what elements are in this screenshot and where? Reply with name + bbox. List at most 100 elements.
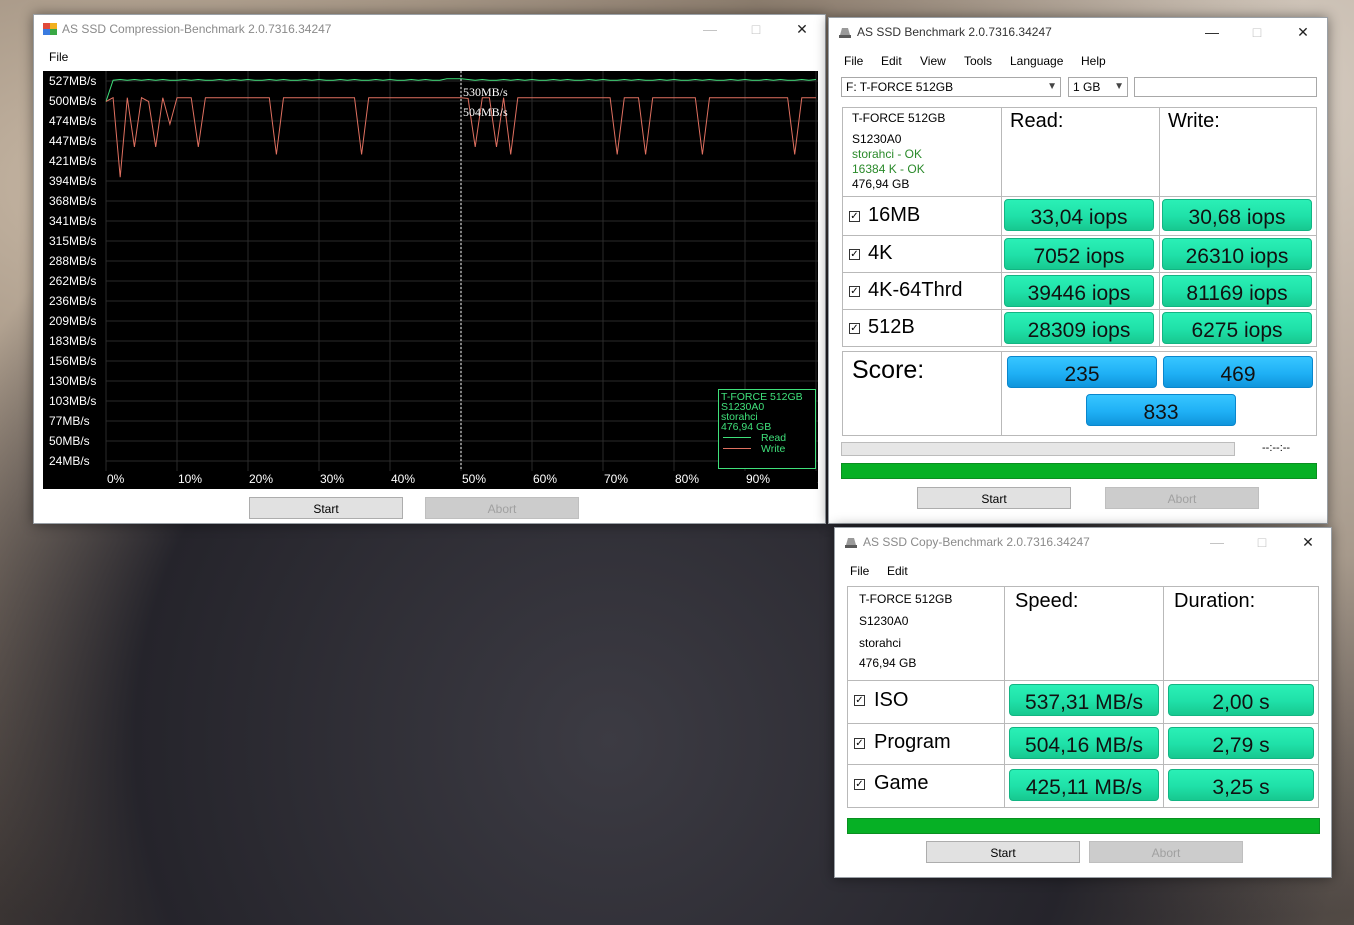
legend-read-row: Read (721, 432, 813, 443)
start-button[interactable]: Start (926, 841, 1080, 863)
y-tick-label: 474MB/s (49, 114, 96, 128)
close-icon[interactable]: ✕ (787, 19, 817, 39)
checkbox-icon[interactable]: ✓ (854, 779, 865, 790)
y-tick-label: 77MB/s (49, 414, 90, 428)
menu-bar: File Edit (835, 558, 1331, 580)
score-write: 469 (1163, 356, 1313, 388)
abort-button[interactable]: Abort (1089, 841, 1243, 863)
menu-tools[interactable]: Tools (964, 54, 992, 68)
checkbox-icon[interactable]: ✓ (849, 286, 860, 297)
duration-result: 2,79 s (1168, 727, 1314, 759)
elapsed-time: --:--:-- (1262, 442, 1291, 454)
cursor-read-label: 530MB/s (463, 85, 508, 99)
drive-info-cell: T-FORCE 512GB S1230A0 storahci - OK 1638… (842, 107, 1002, 197)
drive-icon (845, 538, 857, 548)
menu-file[interactable]: File (844, 54, 863, 68)
checkbox-icon[interactable]: ✓ (849, 323, 860, 334)
row-label-cell: ✓ 16MB (842, 196, 1002, 236)
checkbox-icon[interactable]: ✓ (849, 211, 860, 222)
y-tick-label: 527MB/s (49, 74, 96, 88)
score-total: 833 (1086, 394, 1236, 426)
minimize-icon[interactable]: — (1202, 532, 1232, 552)
x-tick-label: 20% (249, 472, 273, 486)
y-tick-label: 156MB/s (49, 354, 96, 368)
row-label: ISO (874, 689, 909, 711)
app-icon (43, 23, 57, 35)
x-tick-label: 50% (462, 472, 486, 486)
menu-edit[interactable]: Edit (881, 54, 902, 68)
window-title: AS SSD Copy-Benchmark 2.0.7316.34247 (863, 535, 1090, 549)
legend-read-label: Read (761, 432, 787, 444)
checkbox-icon[interactable]: ✓ (854, 738, 865, 749)
y-tick-label: 262MB/s (49, 274, 96, 288)
row-label-cell: ✓ ISO (847, 680, 1005, 724)
duration-result: 3,25 s (1168, 769, 1314, 801)
read-result: 28309 iops (1004, 312, 1154, 344)
y-tick-label: 500MB/s (49, 94, 96, 108)
score-read: 235 (1007, 356, 1157, 388)
abort-button[interactable]: Abort (1105, 487, 1259, 509)
title-bar[interactable]: AS SSD Compression-Benchmark 2.0.7316.34… (34, 15, 825, 43)
row-label-cell: ✓ 4K (842, 235, 1002, 273)
x-tick-label: 10% (178, 472, 202, 486)
minimize-icon[interactable]: — (1197, 22, 1227, 42)
y-tick-label: 236MB/s (49, 294, 96, 308)
y-tick-label: 24MB/s (49, 454, 90, 468)
menu-edit[interactable]: Edit (887, 564, 908, 578)
menu-language[interactable]: Language (1010, 54, 1063, 68)
menu-file[interactable]: File (850, 564, 869, 578)
y-tick-label: 447MB/s (49, 134, 96, 148)
y-tick-label: 130MB/s (49, 374, 96, 388)
speed-header-cell: Speed: (1004, 586, 1164, 681)
row-label-cell: ✓ Game (847, 764, 1005, 808)
menu-bar: File (34, 45, 825, 67)
menu-file[interactable]: File (49, 50, 68, 64)
title-bar[interactable]: AS SSD Copy-Benchmark 2.0.7316.34247 — □… (835, 528, 1331, 556)
x-tick-label: 100% (817, 472, 818, 486)
abort-button[interactable]: Abort (425, 497, 579, 519)
x-tick-label: 90% (746, 472, 770, 486)
drive-firmware: S1230A0 (852, 132, 902, 146)
legend-write-label: Write (761, 443, 786, 455)
menu-help[interactable]: Help (1081, 54, 1106, 68)
drive-info-cell: T-FORCE 512GB S1230A0 storahci 476,94 GB (847, 586, 1005, 681)
y-tick-label: 394MB/s (49, 174, 96, 188)
menu-bar: File Edit View Tools Language Help (829, 48, 1327, 70)
drive-select[interactable]: F: T-FORCE 512GB ▼ (841, 77, 1061, 97)
row-label: Program (874, 731, 951, 753)
start-button[interactable]: Start (917, 487, 1071, 509)
close-icon[interactable]: ✕ (1288, 22, 1318, 42)
score-label-cell: Score: (842, 351, 1002, 436)
speed-header: Speed: (1015, 590, 1079, 612)
drive-firmware: S1230A0 (859, 614, 909, 628)
maximize-icon[interactable]: □ (1247, 532, 1277, 552)
minimize-icon[interactable]: — (695, 19, 725, 39)
size-select[interactable]: 1 GB ▼ (1068, 77, 1128, 97)
checkbox-icon[interactable]: ✓ (849, 249, 860, 260)
compression-chart: 527MB/s 500MB/s 474MB/s 447MB/s 421MB/s 394MB… (43, 71, 818, 489)
drive-name: T-FORCE 512GB (852, 111, 946, 125)
start-button[interactable]: Start (249, 497, 403, 519)
close-icon[interactable]: ✕ (1293, 532, 1323, 552)
alignment-status: 16384 K - OK (852, 162, 925, 176)
checkbox-icon[interactable]: ✓ (854, 695, 865, 706)
duration-header-cell: Duration: (1163, 586, 1319, 681)
row-label: 4K (868, 242, 893, 264)
duration-header: Duration: (1174, 590, 1256, 612)
read-result: 39446 iops (1004, 275, 1154, 307)
progress-bar (841, 463, 1317, 479)
menu-view[interactable]: View (920, 54, 946, 68)
read-header: Read: (1010, 110, 1064, 132)
speed-result: 504,16 MB/s (1009, 727, 1159, 759)
legend-read-swatch (723, 437, 751, 438)
maximize-icon[interactable]: □ (741, 19, 771, 39)
y-tick-label: 341MB/s (49, 214, 96, 228)
y-tick-label: 421MB/s (49, 154, 96, 168)
drive-icon (839, 28, 851, 38)
path-input[interactable] (1134, 77, 1317, 97)
x-tick-label: 0% (107, 472, 125, 486)
write-header-cell: Write: (1159, 107, 1317, 197)
write-result: 81169 iops (1162, 275, 1312, 307)
title-bar[interactable]: AS SSD Benchmark 2.0.7316.34247 — □ ✕ (829, 18, 1327, 46)
maximize-icon[interactable]: □ (1242, 22, 1272, 42)
